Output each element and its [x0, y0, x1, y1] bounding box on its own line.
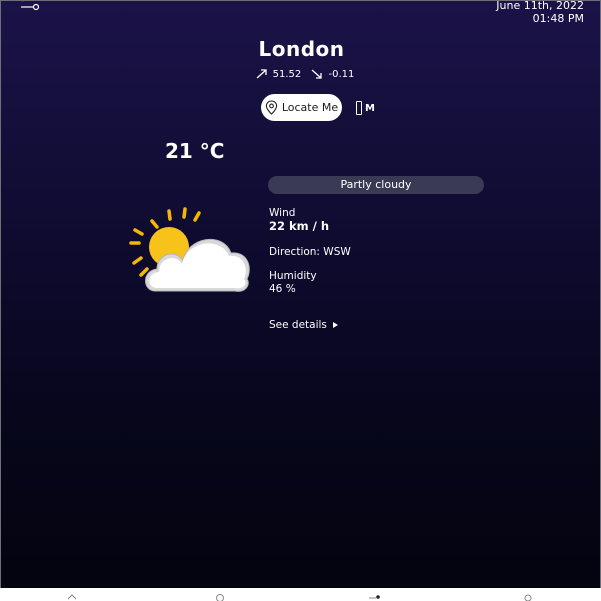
- locate-me-button[interactable]: Locate Me: [261, 94, 342, 121]
- locate-me-label: Locate Me: [281, 101, 339, 114]
- dashboard-icon[interactable]: [368, 592, 380, 601]
- map-pin-icon: [265, 100, 278, 115]
- wind-block: Wind 22 km / h: [269, 207, 329, 233]
- city-name: London: [258, 37, 345, 61]
- humidity-value: 46 %: [269, 283, 296, 295]
- time-text: 01:48 PM: [532, 12, 584, 25]
- latitude-arrow-icon: [255, 68, 269, 80]
- humidity-label: Humidity: [269, 270, 317, 282]
- ruler-icon: [356, 101, 362, 115]
- home-icon[interactable]: [66, 592, 78, 601]
- see-details-label: See details: [269, 319, 327, 331]
- datetime: June 11th, 2022 01:48 PM: [496, 0, 584, 25]
- settings-sliders-icon[interactable]: [19, 0, 41, 17]
- longitude-arrow-icon: [310, 68, 324, 80]
- date-text: June 11th, 2022: [496, 0, 584, 12]
- unit-label: M: [365, 102, 375, 114]
- temperature: 21 °C: [165, 139, 225, 163]
- longitude-value: -0.11: [328, 69, 355, 80]
- coordinates: 51.52 -0.11: [1, 68, 600, 80]
- play-triangle-icon: [332, 322, 338, 328]
- see-details-link[interactable]: See details: [269, 319, 338, 331]
- humidity-block: Humidity 46 %: [269, 270, 317, 296]
- bottom-nav: [0, 588, 601, 601]
- latitude-value: 51.52: [272, 69, 302, 80]
- condition-pill: Partly cloudy: [268, 176, 484, 194]
- wind-direction: Direction: WSW: [269, 246, 351, 258]
- app-screen: June 11th, 2022 01:48 PM London 51.52 -0…: [0, 0, 601, 588]
- unit-toggle[interactable]: M: [356, 100, 375, 116]
- partly-cloudy-sun-icon: [129, 207, 250, 292]
- profile-icon[interactable]: [522, 592, 534, 601]
- wind-value: 22 km / h: [269, 219, 330, 233]
- search-icon[interactable]: [214, 592, 226, 601]
